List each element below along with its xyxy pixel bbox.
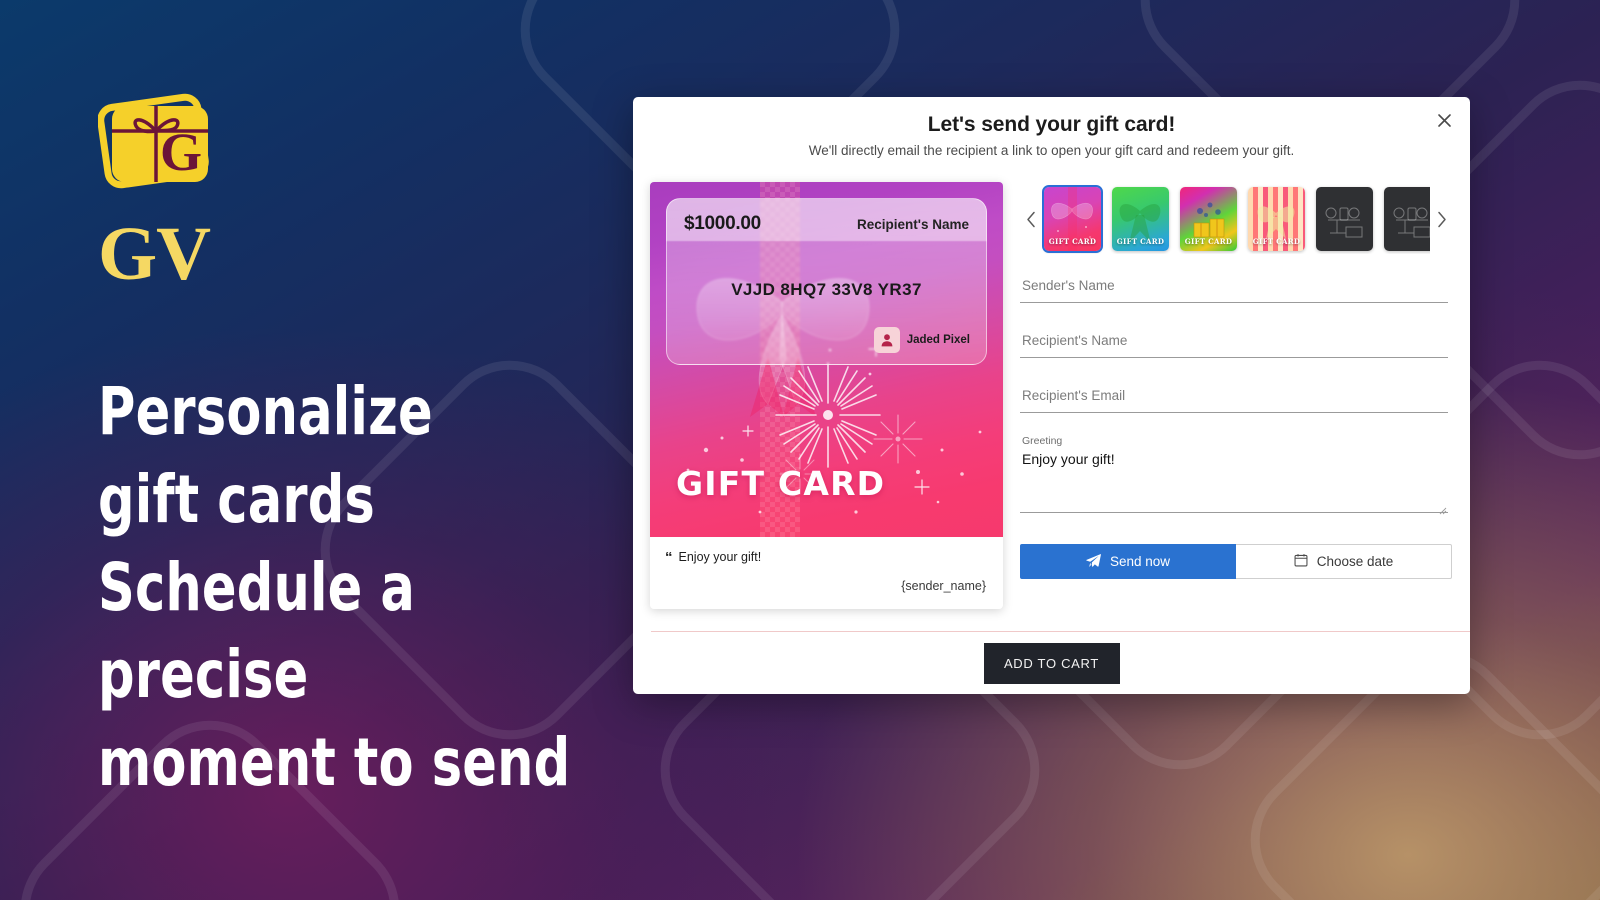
design-thumbnail-list[interactable]: GIFT CARD GIFT CARD GIFT CARD GIFT CARD xyxy=(1042,184,1430,254)
gift-form: Greeting xyxy=(1020,270,1452,518)
paper-plane-icon xyxy=(1086,553,1101,571)
calendar-icon xyxy=(1294,553,1308,570)
card-brand: Jaded Pixel xyxy=(873,327,970,353)
choose-date-button[interactable]: Choose date xyxy=(1236,544,1452,579)
design-thumbnail-label: GIFT CARD xyxy=(1184,237,1233,246)
send-now-button[interactable]: Send now xyxy=(1020,544,1236,579)
send-gift-card-modal: Let's send your gift card! We'll directl… xyxy=(633,97,1470,694)
card-art-title: GIFT CARD xyxy=(676,464,886,503)
hero-section: G GV Personalize gift cards Schedule a p… xyxy=(98,88,718,807)
svg-text:G: G xyxy=(160,122,202,182)
gift-card-artwork: $1000.00 Recipient's Name VJJD 8HQ7 33V8… xyxy=(650,182,1003,537)
close-icon[interactable] xyxy=(1431,107,1457,133)
modal-title: Let's send your gift card! xyxy=(927,113,1176,136)
user-avatar-icon xyxy=(873,327,900,353)
preview-greeting-text: Enjoy your gift! xyxy=(678,550,762,564)
design-picker: GIFT CARD GIFT CARD GIFT CARD GIFT CARD xyxy=(1020,184,1452,254)
choose-date-label: Choose date xyxy=(1316,554,1394,569)
card-brand-name: Jaded Pixel xyxy=(906,334,970,346)
logo-wordmark: GV xyxy=(98,212,211,296)
design-thumbnail-dark-barista-2[interactable] xyxy=(1384,187,1430,251)
preview-sender-token: {sender_name} xyxy=(901,579,986,593)
recipient-name-input[interactable] xyxy=(1020,325,1448,358)
design-thumbnail-dark-barista[interactable] xyxy=(1316,187,1373,251)
greeting-label: Greeting xyxy=(1022,435,1063,447)
send-actions: Send now Choose date xyxy=(1020,544,1452,579)
card-amount: $1000.00 xyxy=(684,213,761,234)
sender-name-field xyxy=(1020,270,1448,325)
design-thumbnail-label: GIFT CARD xyxy=(1048,237,1097,246)
gift-card-logo-icon: G xyxy=(98,88,220,204)
card-code: VJJD 8HQ7 33V8 YR37 xyxy=(731,280,922,299)
recipient-name-field xyxy=(1020,325,1448,380)
chevron-left-icon[interactable] xyxy=(1020,201,1042,237)
design-thumbnail-rainbow-presents[interactable]: GIFT CARD xyxy=(1180,187,1237,251)
recipient-email-input[interactable] xyxy=(1020,380,1448,413)
recipient-email-field xyxy=(1020,380,1448,435)
card-recipient-name: Recipient's Name xyxy=(856,217,969,232)
design-thumbnail-striped-bow[interactable]: GIFT CARD xyxy=(1248,187,1305,251)
greeting-field: Greeting xyxy=(1020,435,1448,518)
greeting-textarea[interactable] xyxy=(1020,447,1448,513)
design-thumbnail-pink-bow[interactable]: GIFT CARD xyxy=(1042,185,1103,253)
quote-mark-icon: “ xyxy=(665,549,673,566)
add-to-cart-button[interactable]: ADD TO CART xyxy=(983,642,1120,684)
sender-name-input[interactable] xyxy=(1020,270,1448,303)
modal-footer: ADD TO CART xyxy=(633,632,1470,694)
design-thumbnail-label: GIFT CARD xyxy=(1116,237,1165,246)
card-detail-overlay: $1000.00 Recipient's Name VJJD 8HQ7 33V8… xyxy=(666,198,987,365)
modal-body: $1000.00 Recipient's Name VJJD 8HQ7 33V8… xyxy=(633,158,1470,609)
form-column: GIFT CARD GIFT CARD GIFT CARD GIFT CARD … xyxy=(1020,182,1452,609)
design-thumbnail-green-bow[interactable]: GIFT CARD xyxy=(1112,187,1169,251)
modal-header: Let's send your gift card! We'll directl… xyxy=(633,97,1470,158)
preview-footer: “ Enjoy your gift! {sender_name} xyxy=(650,537,1003,609)
send-now-label: Send now xyxy=(1109,554,1171,569)
gift-card-preview: $1000.00 Recipient's Name VJJD 8HQ7 33V8… xyxy=(650,182,1003,609)
chevron-right-icon[interactable] xyxy=(1430,201,1452,237)
modal-subtitle: We'll directly email the recipient a lin… xyxy=(808,143,1295,158)
hero-headline: Personalize gift cards Schedule a precis… xyxy=(98,373,571,802)
design-thumbnail-label: GIFT CARD xyxy=(1252,237,1301,246)
